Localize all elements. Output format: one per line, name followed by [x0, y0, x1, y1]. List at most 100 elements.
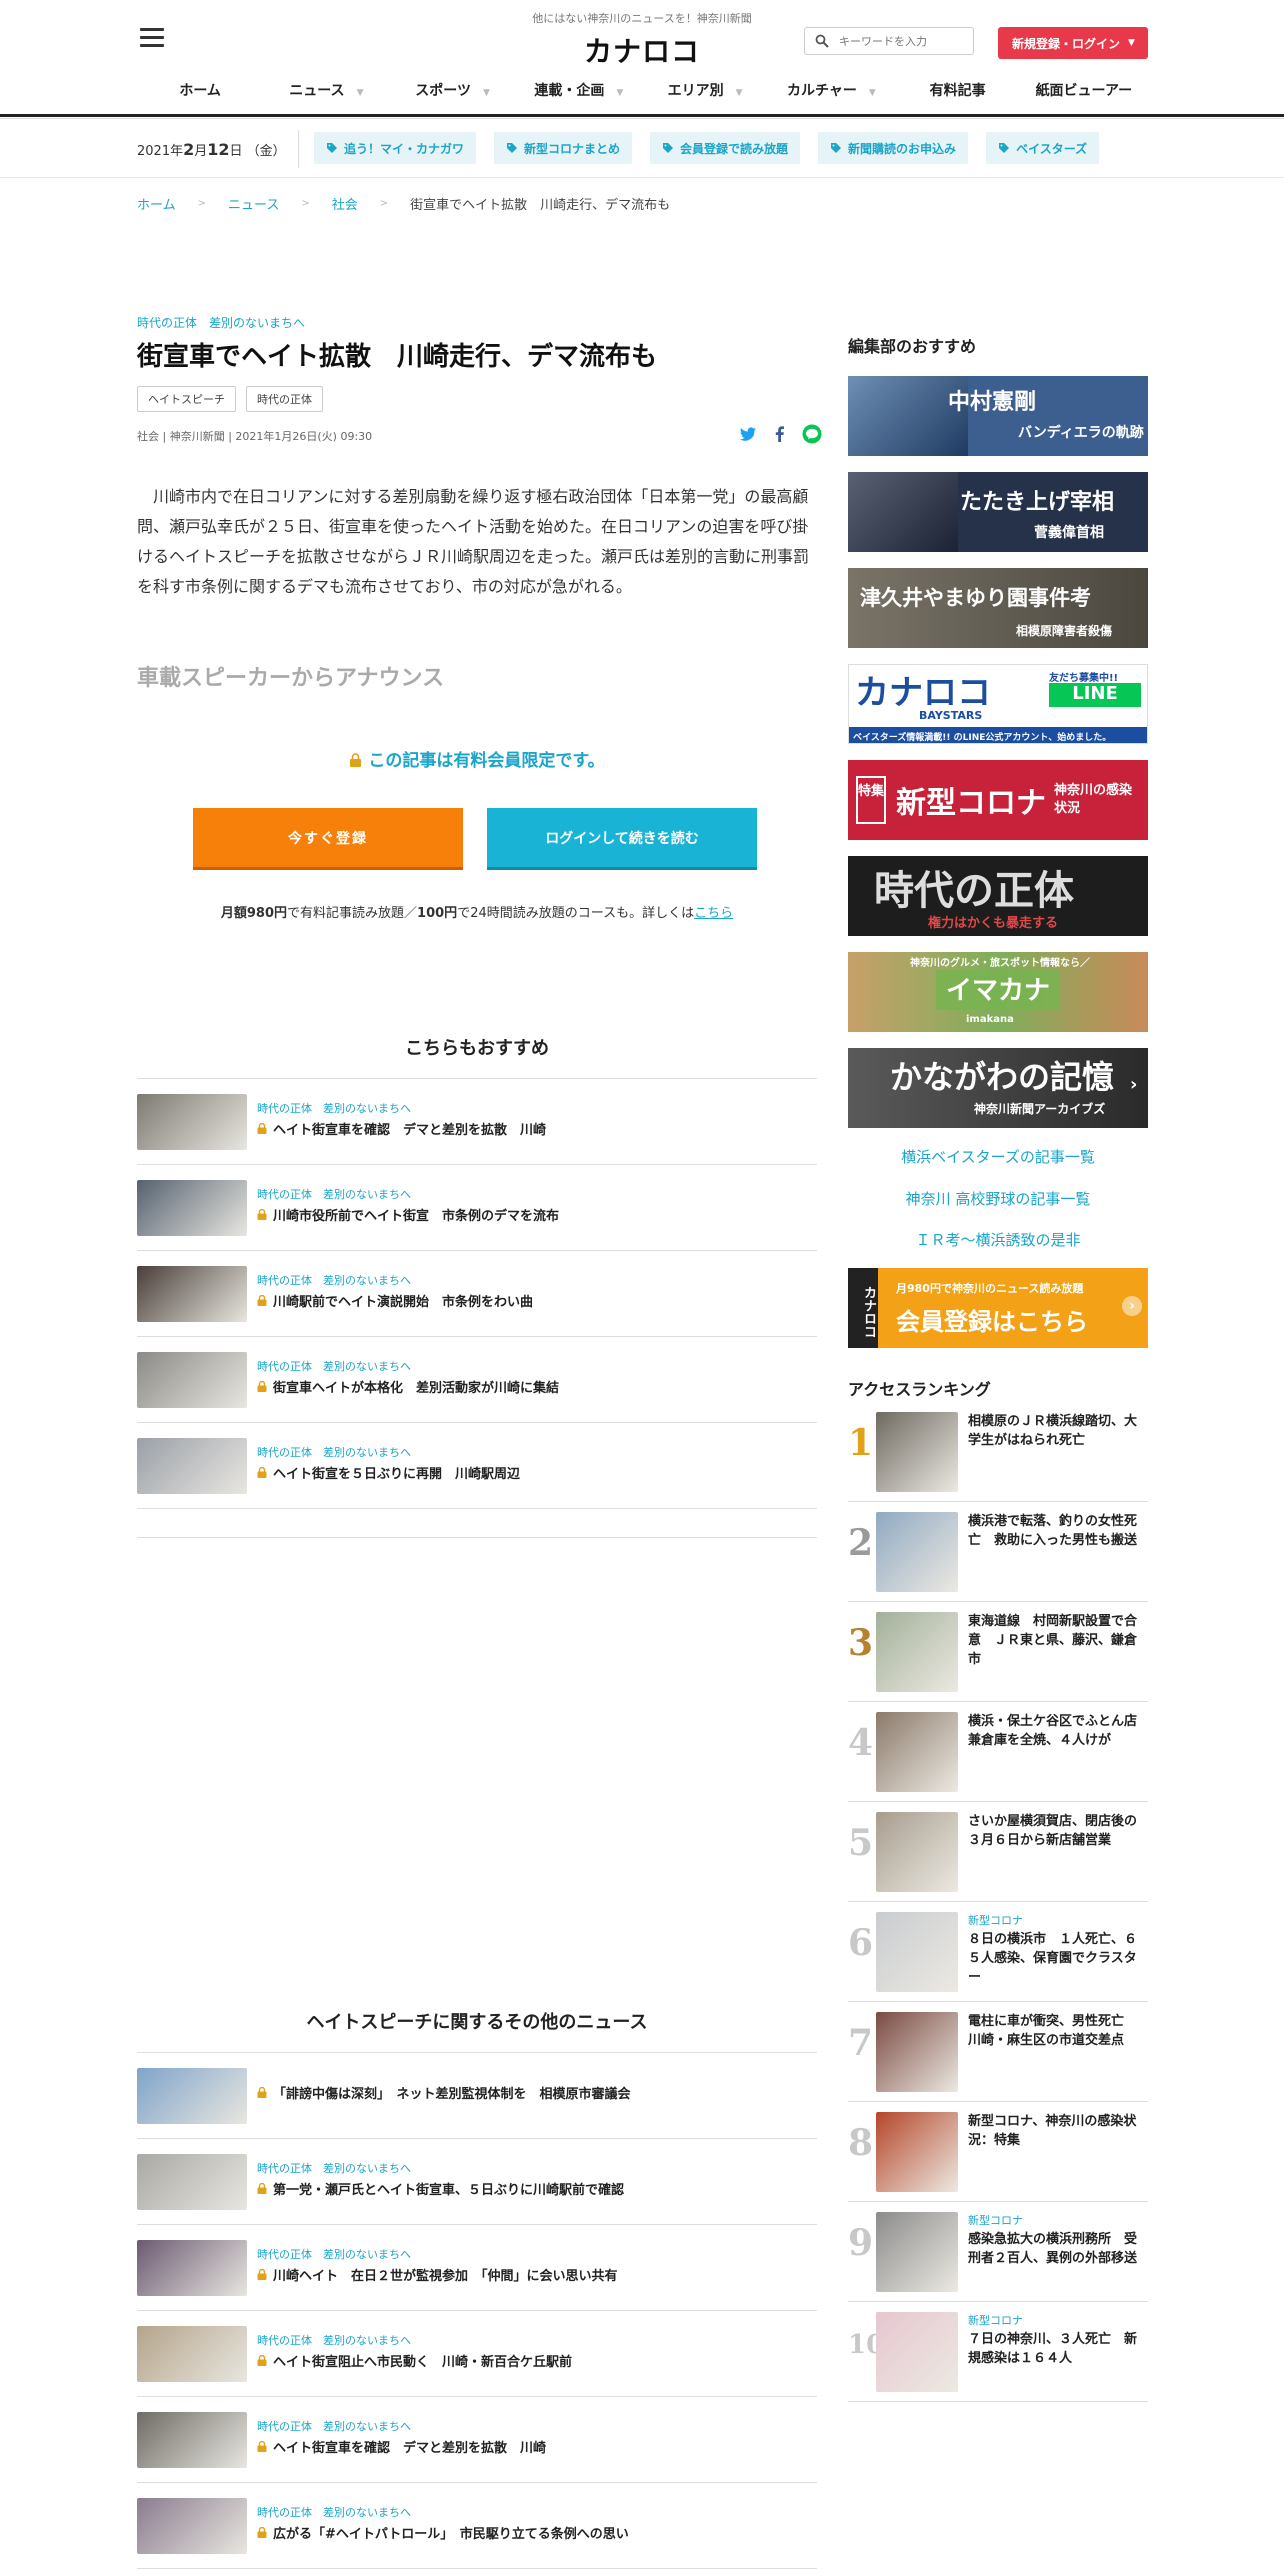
highschool-baseball-link[interactable]: 神奈川 高校野球の記事一覧 — [848, 1188, 1148, 1209]
ranking-title[interactable]: 電柱に車が衝突、男性死亡 川崎・麻生区の市道交差点 — [968, 2012, 1148, 2050]
list-item-title[interactable]: 広がる「#ヘイトパトロール」 市民駆り立てる条例への思い — [257, 2523, 629, 2542]
ir-link[interactable]: ＩＲ考～横浜誘致の是非 — [848, 1229, 1148, 1250]
list-item-kicker[interactable]: 時代の正体 差別のないまちへ — [257, 2160, 624, 2176]
article-thumbnail[interactable] — [137, 1265, 247, 1322]
list-item-kicker[interactable]: 時代の正体 差別のないまちへ — [257, 1186, 559, 1202]
baystars-articles-link[interactable]: 横浜ベイスターズの記事一覧 — [848, 1146, 1148, 1167]
line-icon[interactable] — [802, 424, 822, 444]
nav-item-news[interactable]: ニュース ▼ — [263, 80, 389, 100]
search-box[interactable] — [804, 27, 974, 55]
signup-login-button[interactable]: 新規登録・ログイン ▼ — [998, 27, 1148, 59]
list-item-title[interactable]: 街宣車ヘイトが本格化 差別活動家が川崎に集結 — [257, 1377, 559, 1396]
list-item-kicker[interactable]: 時代の正体 差別のないまちへ — [257, 1444, 520, 1460]
member-signup-banner[interactable]: カナロコ 月980円で神奈川のニュース読み放題 会員登録はこちら › — [848, 1268, 1148, 1348]
banner-kanagawa-memory[interactable]: かながわの記憶 神奈川新聞アーカイブズ › — [848, 1048, 1148, 1128]
list-item-title[interactable]: 川崎市役所前でヘイト街宣 市条例のデマを流布 — [257, 1205, 559, 1224]
article-thumbnail[interactable] — [137, 2411, 247, 2468]
ranking-thumbnail[interactable] — [876, 1912, 958, 1992]
list-item-title[interactable]: ヘイト街宣を５日ぶりに再開 川崎駅周辺 — [257, 1463, 520, 1482]
banner-yamayuri[interactable]: 津久井やまゆり園事件考 相模原障害者殺傷 — [848, 568, 1148, 648]
list-item-title[interactable]: ヘイト街宣車を確認 デマと差別を拡散 川崎 — [257, 1119, 546, 1138]
nav-item-culture[interactable]: カルチャー ▼ — [768, 80, 894, 100]
ranking-title[interactable]: 新型コロナ、神奈川の感染状況：特集 — [968, 2112, 1148, 2150]
list-item-kicker[interactable]: 時代の正体 差別のないまちへ — [257, 2246, 618, 2262]
ranking-tag[interactable]: 新型コロナ — [968, 2212, 1023, 2228]
list-item[interactable]: 「誹謗中傷は深刻」 ネット差別監視体制を 相模原市審議会 — [137, 2053, 817, 2139]
ranking-thumbnail[interactable] — [876, 2112, 958, 2192]
article-thumbnail[interactable] — [137, 1179, 247, 1236]
list-item[interactable]: 時代の正体 差別のないまちへ ヘイト街宣阻止へ市民動く 川崎・新百合ケ丘駅前 — [137, 2311, 817, 2397]
list-item-title[interactable]: 川崎駅前でヘイト演説開始 市条例をわい曲 — [257, 1291, 533, 1310]
breadcrumb-home[interactable]: ホーム — [137, 194, 176, 213]
list-item[interactable]: 時代の正体 差別のないまちへ 街宣車ヘイトが本格化 差別活動家が川崎に集結 — [137, 1337, 817, 1423]
topic-tag[interactable]: 新聞購読のお申込み — [818, 132, 969, 164]
ranking-title[interactable]: ８日の横浜市 １人死亡、６５人感染、保育園でクラスター — [968, 1930, 1148, 1987]
nav-item-sports[interactable]: スポーツ ▼ — [390, 80, 516, 100]
nav-item-paid[interactable]: 有料記事 — [895, 80, 1021, 100]
ranking-item[interactable]: 8 新型コロナ、神奈川の感染状況：特集 — [848, 2102, 1148, 2202]
article-thumbnail[interactable] — [137, 2067, 247, 2124]
ranking-thumbnail[interactable] — [876, 1512, 958, 1592]
banner-nakamura[interactable]: 中村憲剛 バンディエラの軌跡 — [848, 376, 1148, 456]
ranking-title[interactable]: 相模原のＪＲ横浜線踏切、大学生がはねられ死亡 — [968, 1412, 1148, 1450]
ranking-title[interactable]: 横浜港で転落、釣りの女性死亡 救助に入った男性も搬送 — [968, 1512, 1148, 1550]
list-item[interactable]: 時代の正体 差別のないまちへ 川崎駅前でヘイト演説開始 市条例をわい曲 — [137, 1251, 817, 1337]
login-continue-button[interactable]: ログインして続きを読む — [487, 808, 757, 870]
ranking-thumbnail[interactable] — [876, 1712, 958, 1792]
topic-tag[interactable]: 新型コロナまとめ — [494, 132, 633, 164]
article-thumbnail[interactable] — [137, 2153, 247, 2210]
article-thumbnail[interactable] — [137, 1351, 247, 1408]
ranking-thumbnail[interactable] — [876, 2212, 958, 2292]
ranking-item[interactable]: 2 横浜港で転落、釣りの女性死亡 救助に入った男性も搬送 — [848, 1502, 1148, 1602]
ranking-title[interactable]: ７日の神奈川、３人死亡 新規感染は１６４人 — [968, 2330, 1148, 2368]
article-thumbnail[interactable] — [137, 2497, 247, 2554]
banner-corona[interactable]: 特集 新型コロナ 神奈川の感染状況 — [848, 760, 1148, 840]
list-item[interactable]: 時代の正体 差別のないまちへ ヘイト街宣車を確認 デマと差別を拡散 川崎 — [137, 2397, 817, 2483]
ranking-item[interactable]: 5 さいか屋横須賀店、閉店後の３月６日から新店舗営業 — [848, 1802, 1148, 1902]
topic-tag[interactable]: 追う！マイ・カナガワ — [314, 132, 477, 164]
list-item-kicker[interactable]: 時代の正体 差別のないまちへ — [257, 1358, 559, 1374]
banner-baystars-line[interactable]: カナロコ BAYSTARS 友だち募集中!! LINE ベイスターズ情報満載!!… — [848, 664, 1148, 744]
list-item-kicker[interactable]: 時代の正体 差別のないまちへ — [257, 2332, 572, 2348]
article-thumbnail[interactable] — [137, 1093, 247, 1150]
nav-item-series[interactable]: 連載・企画 ▼ — [516, 80, 642, 100]
topic-tag[interactable]: ベイスターズ — [986, 132, 1100, 164]
ranking-item[interactable]: 7 電柱に車が衝突、男性死亡 川崎・麻生区の市道交差点 — [848, 2002, 1148, 2102]
ranking-thumbnail[interactable] — [876, 1412, 958, 1492]
nav-item-viewer[interactable]: 紙面ビューアー — [1021, 80, 1147, 100]
register-now-button[interactable]: 今すぐ登録 — [193, 808, 463, 870]
banner-suga[interactable]: たたき上げ宰相 菅義偉首相 — [848, 472, 1148, 552]
list-item[interactable]: 時代の正体 差別のないまちへ ヘイト街宣を５日ぶりに再開 川崎駅周辺 — [137, 1423, 817, 1509]
article-label[interactable]: ヘイトスピーチ — [137, 386, 236, 412]
ranking-title[interactable]: さいか屋横須賀店、閉店後の３月６日から新店舗営業 — [968, 1812, 1148, 1850]
list-item-kicker[interactable]: 時代の正体 差別のないまちへ — [257, 1272, 533, 1288]
article-thumbnail[interactable] — [137, 2325, 247, 2382]
ranking-thumbnail[interactable] — [876, 2012, 958, 2092]
list-item-kicker[interactable]: 時代の正体 差別のないまちへ — [257, 1100, 546, 1116]
ranking-title[interactable]: 感染急拡大の横浜刑務所 受刑者２百人、異例の外部移送 — [968, 2230, 1148, 2268]
article-thumbnail[interactable] — [137, 2239, 247, 2296]
article-thumbnail[interactable] — [137, 1437, 247, 1494]
ranking-title[interactable]: 横浜・保土ケ谷区でふとん店兼倉庫を全焼、４人けが — [968, 1712, 1148, 1750]
article-kicker[interactable]: 時代の正体 差別のないまちへ — [137, 314, 305, 331]
banner-imakana[interactable]: 神奈川のグルメ・旅スポット情報なら／ イマカナ imakana — [848, 952, 1148, 1032]
ranking-thumbnail[interactable] — [876, 1812, 958, 1892]
ranking-thumbnail[interactable] — [876, 2312, 958, 2392]
ranking-thumbnail[interactable] — [876, 1612, 958, 1692]
twitter-icon[interactable] — [738, 424, 758, 444]
list-item[interactable]: 時代の正体 差別のないまちへ ヘイト街宣車を確認 デマと差別を拡散 川崎 — [137, 1079, 817, 1165]
ranking-title[interactable]: 東海道線 村岡新駅設置で合意 ＪＲ東と県、藤沢、鎌倉市 — [968, 1612, 1148, 1669]
list-item-title[interactable]: 「誹謗中傷は深刻」 ネット差別監視体制を 相模原市審議会 — [257, 2083, 631, 2102]
list-item-title[interactable]: ヘイト街宣車を確認 デマと差別を拡散 川崎 — [257, 2437, 546, 2456]
breadcrumb-society[interactable]: 社会 — [332, 194, 358, 213]
list-item[interactable]: 時代の正体 差別のないまちへ 広がる「#ヘイトパトロール」 市民駆り立てる条例への… — [137, 2483, 817, 2569]
list-item-title[interactable]: 川崎ヘイト 在日２世が監視参加 「仲間」に会い思い共有 — [257, 2265, 618, 2284]
topic-tag[interactable]: 会員登録で読み放題 — [650, 132, 801, 164]
ranking-item[interactable]: 3 東海道線 村岡新駅設置で合意 ＪＲ東と県、藤沢、鎌倉市 — [848, 1602, 1148, 1702]
ranking-item[interactable]: 1 相模原のＪＲ横浜線踏切、大学生がはねられ死亡 — [848, 1402, 1148, 1502]
ranking-tag[interactable]: 新型コロナ — [968, 2312, 1023, 2328]
ranking-item[interactable]: 10 新型コロナ ７日の神奈川、３人死亡 新規感染は１６４人 — [848, 2302, 1148, 2402]
facebook-icon[interactable] — [770, 424, 790, 444]
list-item-kicker[interactable]: 時代の正体 差別のないまちへ — [257, 2418, 546, 2434]
plan-details-link[interactable]: こちら — [694, 906, 733, 921]
